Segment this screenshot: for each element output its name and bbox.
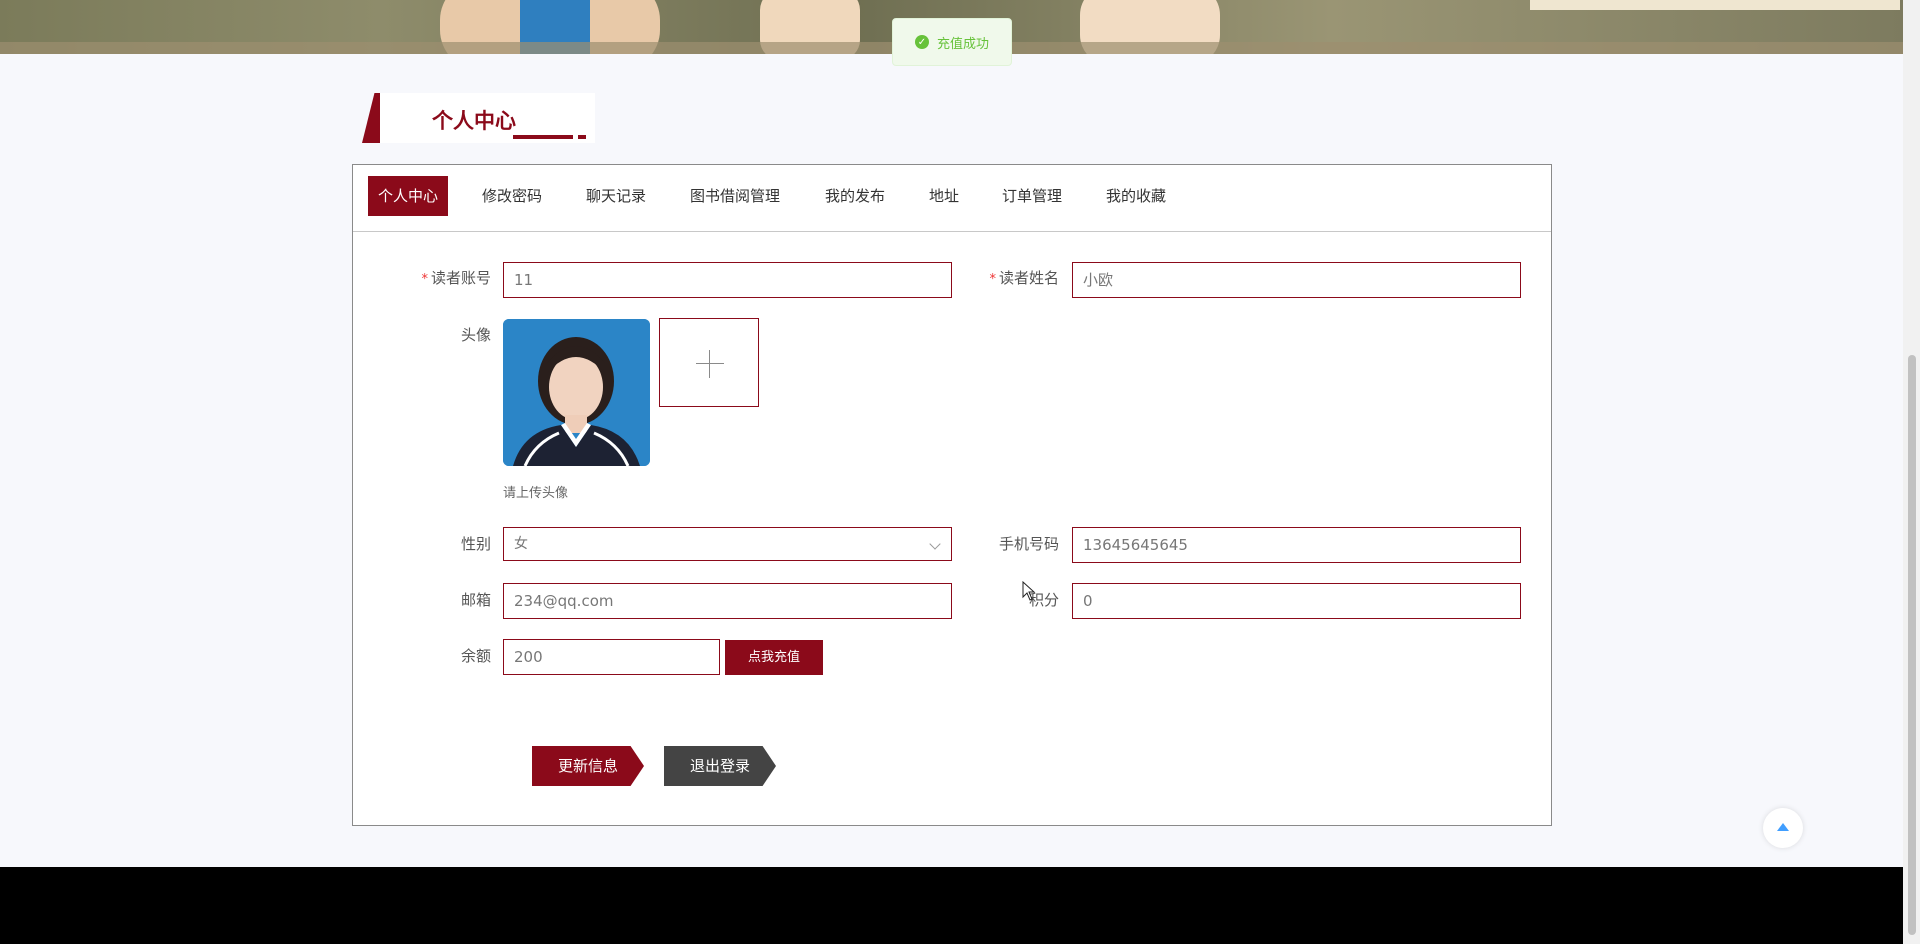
update-info-button[interactable]: 更新信息: [532, 746, 644, 786]
logout-button[interactable]: 退出登录: [664, 746, 776, 786]
success-toast: ✓ 充值成功: [892, 18, 1012, 66]
tab-change-password[interactable]: 修改密码: [472, 176, 552, 216]
tab-favorites[interactable]: 我的收藏: [1096, 176, 1176, 216]
page-footer: [0, 867, 1903, 944]
email-label: 邮箱: [460, 591, 491, 609]
phone-label: 手机号码: [998, 535, 1059, 553]
points-input[interactable]: 0: [1072, 583, 1521, 619]
title-underline: [513, 135, 573, 139]
email-input[interactable]: 234@qq.com: [503, 583, 952, 619]
back-to-top-button[interactable]: [1763, 808, 1803, 848]
required-mark: *: [421, 272, 428, 287]
account-label-text: 读者账号: [430, 269, 491, 287]
recharge-button[interactable]: 点我充值: [725, 640, 823, 675]
avatar-hint: 请上传头像: [503, 486, 569, 501]
banner-edge: [1530, 0, 1900, 10]
tab-chat-history[interactable]: 聊天记录: [576, 176, 656, 216]
phone-input[interactable]: 13645645645: [1072, 527, 1521, 563]
chevron-down-icon: [929, 538, 941, 550]
name-label-text: 读者姓名: [998, 269, 1059, 287]
balance-label: 余额: [460, 647, 491, 665]
tab-bar: 个人中心 修改密码 聊天记录 图书借阅管理 我的发布 地址 订单管理 我的收藏: [353, 165, 1551, 232]
title-underline-dot: [578, 135, 586, 139]
avatar-upload-button[interactable]: [659, 318, 759, 407]
gender-label: 性别: [460, 535, 491, 553]
balance-input[interactable]: 200: [503, 639, 720, 675]
scrollbar-thumb[interactable]: [1908, 355, 1916, 935]
tab-orders[interactable]: 订单管理: [992, 176, 1072, 216]
name-label: * 读者姓名: [949, 267, 1059, 288]
tab-profile[interactable]: 个人中心: [368, 176, 449, 216]
tab-address[interactable]: 地址: [919, 176, 969, 216]
gender-value: 女: [514, 536, 528, 552]
plus-icon: [696, 363, 724, 364]
gender-select[interactable]: 女: [503, 527, 952, 561]
page-title: 个人中心: [432, 109, 516, 133]
section-header: 个人中心: [352, 93, 600, 145]
avatar-image[interactable]: [503, 319, 650, 466]
vertical-scrollbar[interactable]: [1903, 0, 1920, 944]
mouse-cursor-icon: [1022, 581, 1036, 601]
tab-borrow-management[interactable]: 图书借阅管理: [680, 176, 790, 216]
plus-icon-vertical: [709, 350, 710, 378]
arrow-up-icon: [1777, 823, 1789, 831]
account-label: * 读者账号: [381, 267, 491, 288]
points-label: 积分: [1028, 591, 1059, 609]
account-input[interactable]: 11: [503, 262, 952, 298]
tab-my-posts[interactable]: 我的发布: [815, 176, 895, 216]
name-input[interactable]: 小欧: [1072, 262, 1521, 298]
avatar-label: 头像: [460, 326, 491, 344]
toast-message: 充值成功: [936, 36, 989, 52]
check-circle-icon: ✓: [914, 35, 929, 49]
required-mark: *: [989, 272, 996, 287]
avatar-photo: [503, 319, 650, 466]
